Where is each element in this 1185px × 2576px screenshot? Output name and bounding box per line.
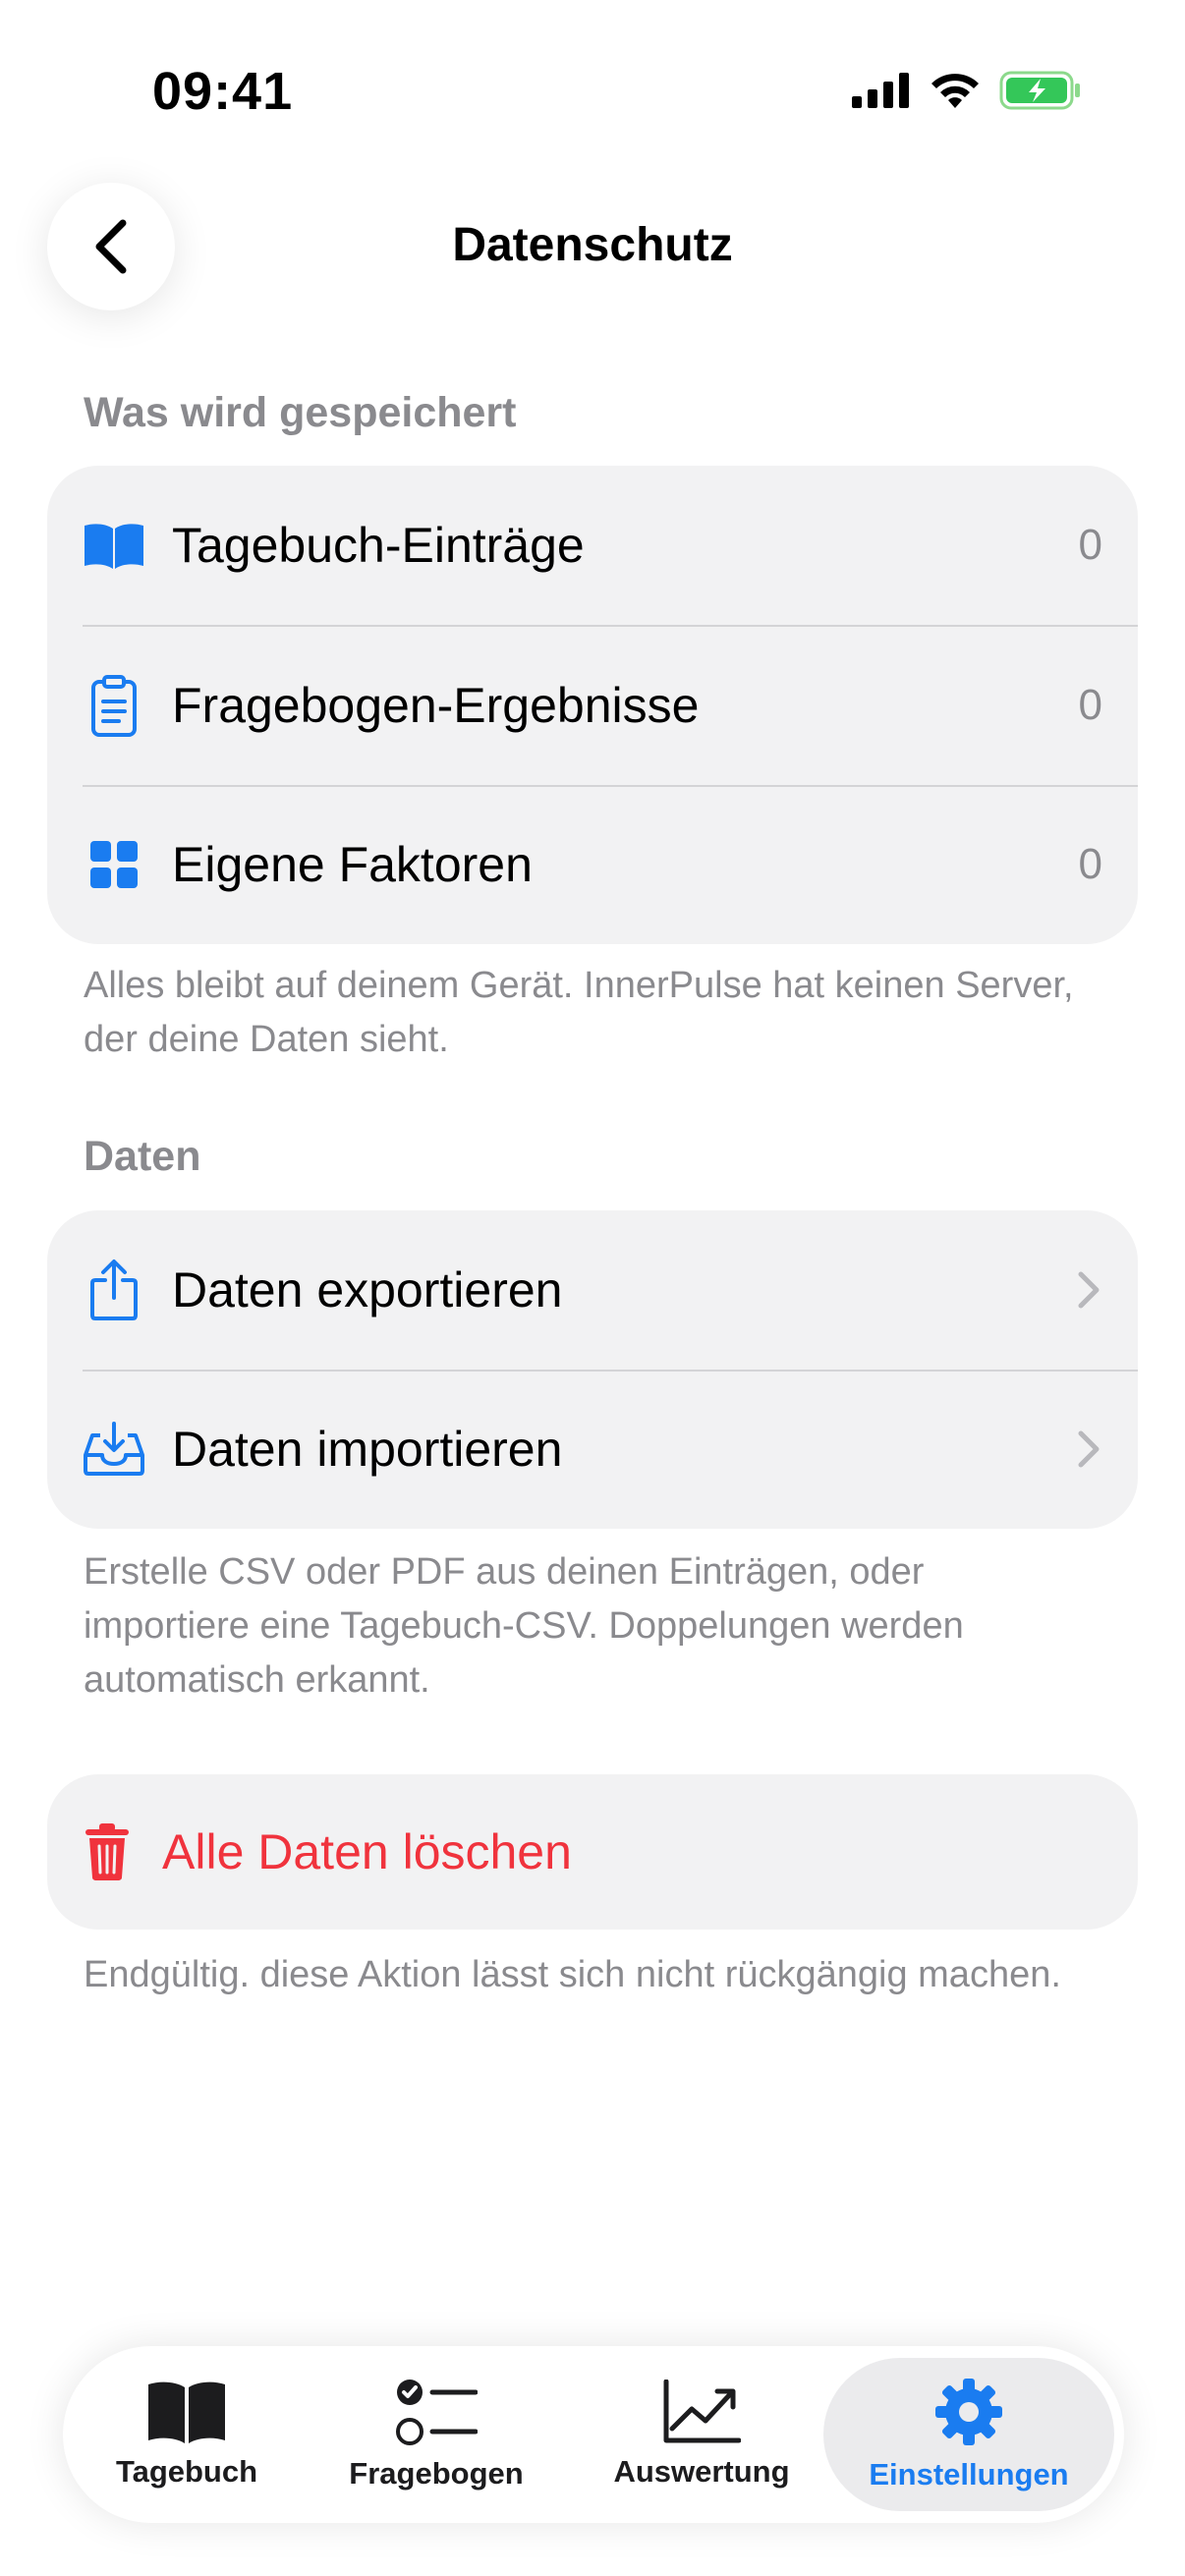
delete-row: Alle Daten löschen xyxy=(47,1774,1138,1930)
delete-footnote: Endgültig. diese Aktion lässt sich nicht… xyxy=(84,1954,1061,1995)
count-value: 0 xyxy=(1078,521,1102,569)
tab-analysis[interactable]: Auswertung xyxy=(593,2346,810,2523)
inbox-download-icon xyxy=(83,1418,145,1481)
tab-questionnaire[interactable]: Fragebogen xyxy=(328,2346,544,2523)
data-footnote: Erstelle CSV oder PDF aus deinen Einträg… xyxy=(84,1551,964,1701)
tab-label: Auswertung xyxy=(613,2454,790,2489)
tab-label: Fragebogen xyxy=(349,2456,524,2491)
data-section-header: Daten xyxy=(84,1133,201,1180)
storage-section-header: Was wird gespeichert xyxy=(84,389,517,436)
book-icon xyxy=(148,2381,225,2443)
row-label: Daten exportieren xyxy=(172,1262,563,1317)
battery-charging-icon xyxy=(999,71,1080,110)
privacy-screen: 09:41 Datenschutz Was wird gespeichert T… xyxy=(0,0,1185,2576)
trash-icon xyxy=(83,1820,132,1883)
chevron-right-icon xyxy=(1078,1271,1100,1309)
chevron-right-icon xyxy=(1078,1430,1100,1468)
share-icon xyxy=(83,1259,145,1321)
row-label: Eigene Faktoren xyxy=(172,837,533,892)
tab-bar: Tagebuch Fragebogen Auswertung Einstellu… xyxy=(63,2346,1124,2523)
gear-icon xyxy=(935,2379,1002,2445)
storage-card: Tagebuch-Einträge 0 Fragebogen-Ergebniss… xyxy=(47,466,1138,944)
storage-footnote: Alles bleibt auf deinem Gerät. InnerPuls… xyxy=(84,965,1074,1060)
status-time: 09:41 xyxy=(152,62,294,121)
tab-label: Tagebuch xyxy=(115,2454,258,2489)
row-diary-entries: Tagebuch-Einträge 0 xyxy=(47,466,1138,625)
delete-all-data-button[interactable]: Alle Daten löschen xyxy=(47,1774,1138,1930)
wifi-icon xyxy=(931,74,979,108)
row-label: Daten importieren xyxy=(172,1422,563,1477)
export-data-button[interactable]: Daten exportieren xyxy=(47,1210,1138,1370)
row-label: Fragebogen-Ergebnisse xyxy=(172,677,700,733)
count-value: 0 xyxy=(1078,680,1102,729)
book-open-icon xyxy=(83,514,145,577)
row-custom-factors: Eigene Faktoren 0 xyxy=(47,785,1138,944)
page-title: Datenschutz xyxy=(452,219,733,271)
tab-diary[interactable]: Tagebuch xyxy=(88,2346,285,2523)
chart-trend-icon xyxy=(663,2380,741,2443)
import-data-button[interactable]: Daten importieren xyxy=(47,1370,1138,1529)
row-label: Tagebuch-Einträge xyxy=(172,518,585,573)
grid-icon xyxy=(83,833,145,896)
tab-label: Einstellungen xyxy=(869,2457,1069,2492)
cellular-signal-icon xyxy=(852,73,909,108)
count-value: 0 xyxy=(1078,840,1102,888)
checklist-icon xyxy=(396,2380,478,2445)
delete-label: Alle Daten löschen xyxy=(162,1824,572,1879)
status-icons xyxy=(852,71,1082,110)
data-card: Daten exportieren Daten importieren xyxy=(47,1210,1138,1529)
clipboard-icon xyxy=(83,674,145,737)
row-questionnaire-results: Fragebogen-Ergebnisse 0 xyxy=(47,625,1138,785)
tab-settings[interactable]: Einstellungen xyxy=(823,2358,1114,2511)
